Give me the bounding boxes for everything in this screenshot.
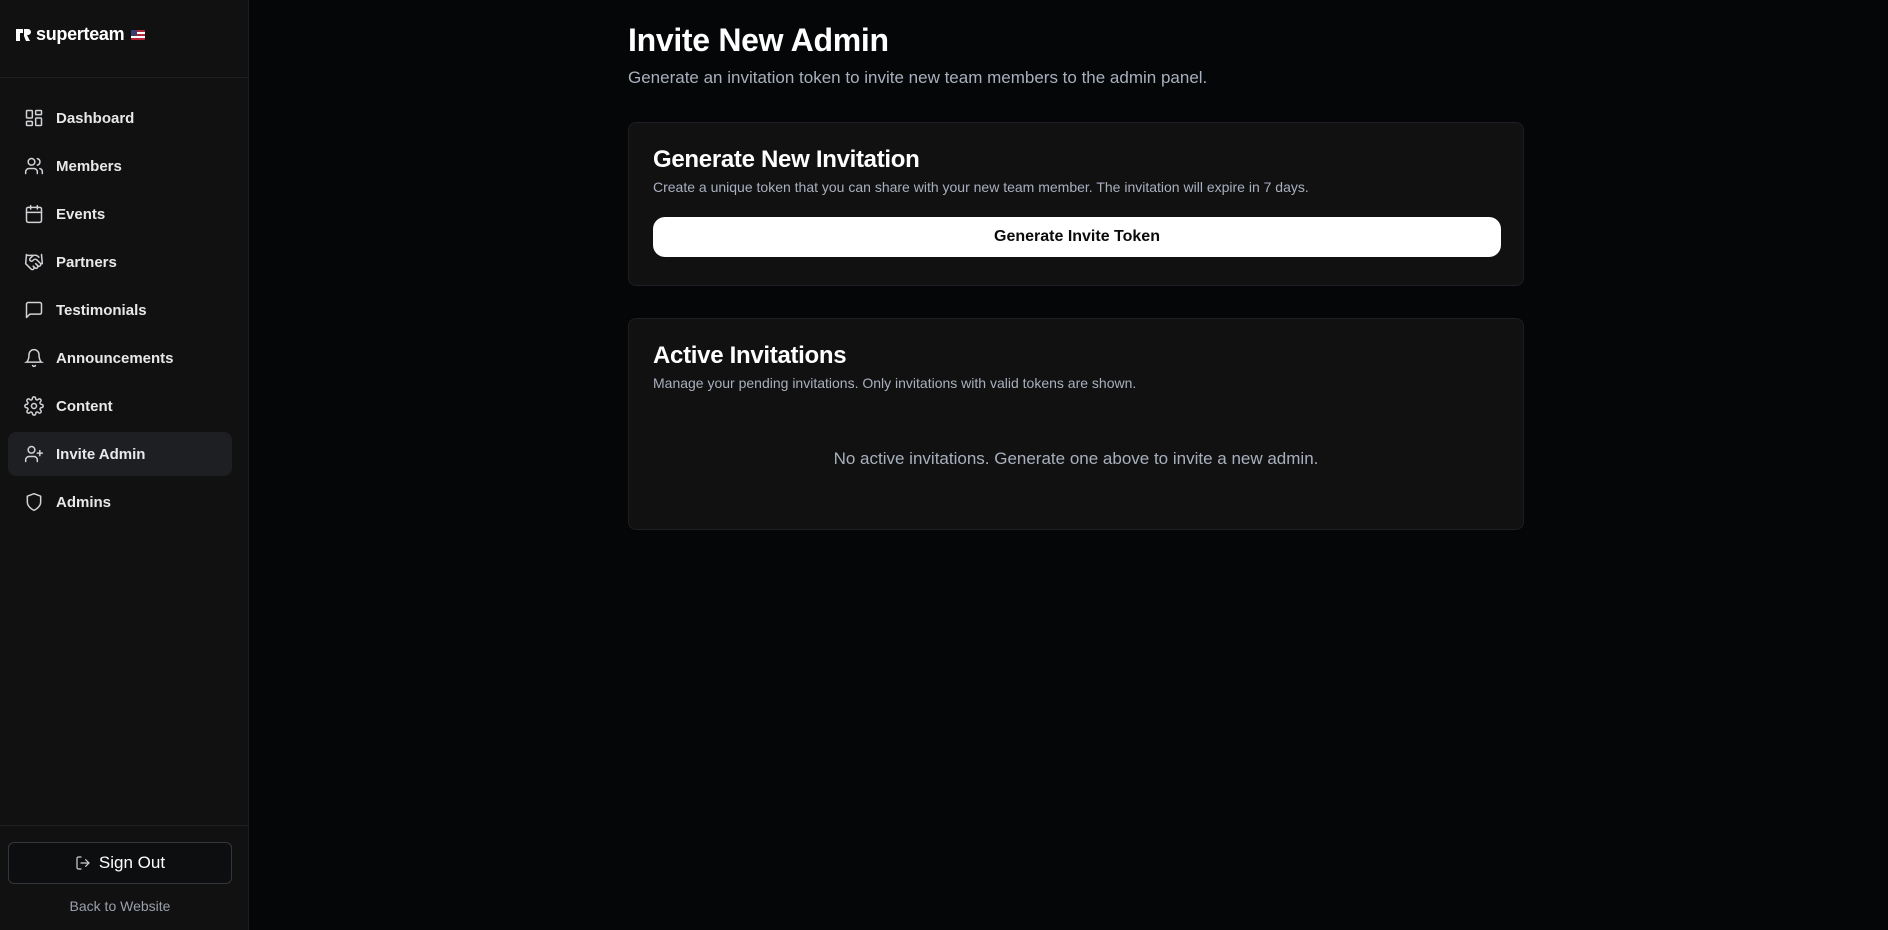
card-title: Generate New Invitation: [653, 146, 920, 173]
sidebar-item-label: Announcements: [56, 349, 174, 367]
dashboard-icon: [24, 108, 44, 128]
brand-logo-link[interactable]: superteam: [15, 24, 146, 45]
bell-icon: [24, 348, 44, 368]
brand-name: superteam: [36, 24, 125, 44]
message-square-icon: [24, 300, 44, 320]
sidebar-item-invite-admin[interactable]: Invite Admin: [8, 432, 232, 476]
sidebar-item-label: Content: [56, 397, 113, 415]
main-content: Invite New Admin Generate an invitation …: [249, 0, 1888, 930]
user-plus-icon: [24, 444, 44, 464]
sidebar-item-admins[interactable]: Admins: [8, 480, 232, 524]
sidebar-item-testimonials[interactable]: Testimonials: [8, 288, 232, 332]
page-title: Invite New Admin: [628, 22, 889, 58]
sidebar-item-label: Events: [56, 205, 106, 223]
card-description: Create a unique token that you can share…: [653, 179, 1309, 195]
users-icon: [24, 156, 44, 176]
sidebar-item-label: Invite Admin: [56, 445, 146, 463]
sidebar-item-label: Testimonials: [56, 301, 147, 319]
card-description: Manage your pending invitations. Only in…: [653, 375, 1137, 391]
empty-state-message: No active invitations. Generate one abov…: [833, 449, 1319, 468]
card-title: Active Invitations: [653, 342, 847, 369]
sidebar-item-events[interactable]: Events: [8, 192, 232, 236]
sidebar-item-partners[interactable]: Partners: [8, 240, 232, 284]
log-out-icon: [76, 856, 90, 870]
sidebar-item-content[interactable]: Content: [8, 384, 232, 428]
sidebar-item-members[interactable]: Members: [8, 144, 232, 188]
sidebar-footer: Sign Out Back to Website: [0, 825, 248, 930]
sign-out-button[interactable]: Sign Out: [8, 842, 232, 884]
superteam-logo-icon: [16, 28, 31, 41]
sidebar-item-label: Admins: [56, 493, 112, 511]
brand-header: superteam: [0, 0, 248, 78]
sidebar-item-announcements[interactable]: Announcements: [8, 336, 232, 380]
generate-invitation-card: Generate New Invitation Create a unique …: [628, 122, 1524, 286]
active-invitations-card: Active Invitations Manage your pending i…: [628, 318, 1524, 530]
sign-out-label: Sign Out: [98, 853, 166, 872]
gear-icon: [24, 396, 44, 416]
sidebar-item-label: Partners: [56, 253, 117, 271]
back-to-website-link[interactable]: Back to Website: [8, 898, 232, 914]
sidebar-nav: Dashboard Members Events Partners Testim…: [0, 78, 248, 528]
handshake-icon: [24, 252, 44, 272]
shield-icon: [24, 492, 44, 512]
content-column: Invite New Admin Generate an invitation …: [628, 20, 1524, 530]
sidebar-item-dashboard[interactable]: Dashboard: [8, 96, 232, 140]
generate-invite-token-button[interactable]: Generate Invite Token: [653, 217, 1501, 257]
sidebar: superteam Dashboard Members Events Partn…: [0, 0, 249, 930]
page-subtitle: Generate an invitation token to invite n…: [628, 68, 1208, 87]
sidebar-item-label: Members: [56, 157, 122, 175]
sidebar-item-label: Dashboard: [56, 109, 135, 127]
us-flag-icon: [131, 29, 146, 40]
calendar-icon: [24, 204, 44, 224]
app-root: superteam Dashboard Members Events Partn…: [0, 0, 1888, 930]
